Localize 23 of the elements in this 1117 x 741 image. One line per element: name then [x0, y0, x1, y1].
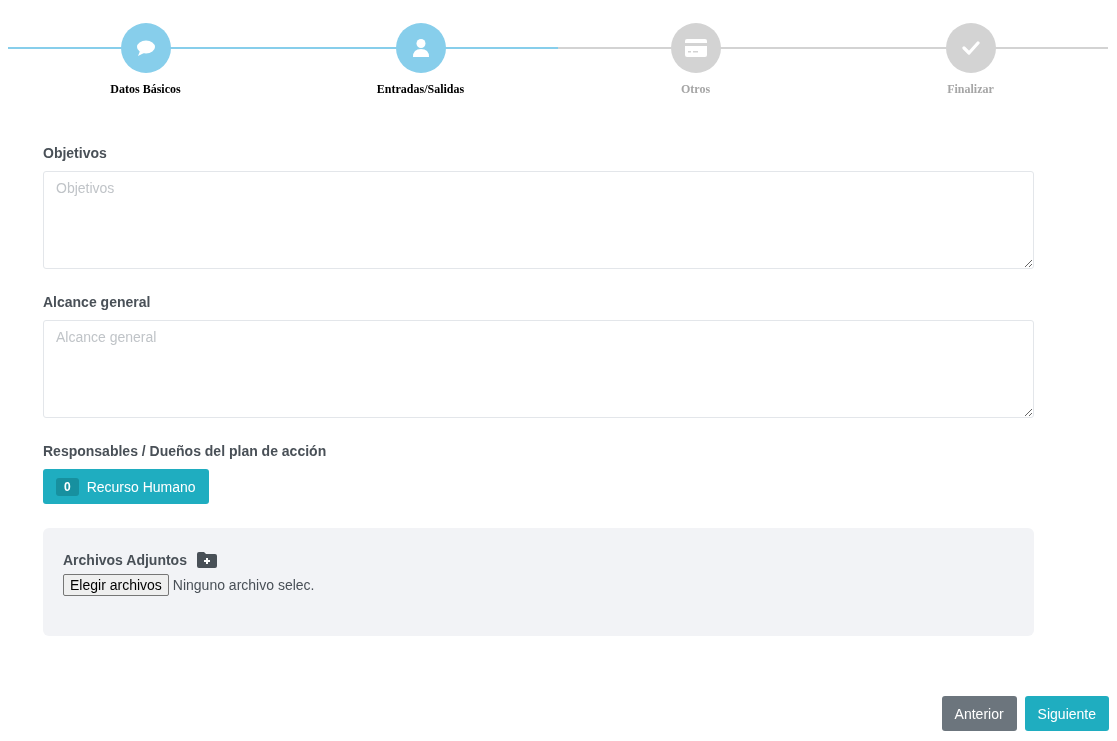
step-label: Entradas/Salidas [376, 82, 465, 97]
credit-card-icon [684, 39, 707, 57]
section-title: Archivos Adjuntos [63, 552, 187, 568]
file-status: Ninguno archivo selec. [172, 577, 315, 593]
user-icon [411, 38, 430, 58]
next-button[interactable]: Siguiente [1024, 696, 1109, 731]
folder-plus-icon[interactable] [196, 552, 217, 568]
step-circle[interactable] [395, 23, 446, 73]
speech-bubble-icon [135, 39, 156, 57]
step-label: Finalizar [947, 82, 994, 97]
count-badge: 0 [56, 477, 79, 496]
step-label: Otros [680, 82, 711, 97]
field-label: Objetivos [43, 145, 108, 162]
choose-files-button[interactable]: Elegir archivos [63, 574, 169, 596]
checkmark-icon [961, 41, 980, 55]
previous-button[interactable]: Anterior [941, 696, 1017, 731]
text-area[interactable]: Objetivos [43, 171, 1034, 269]
text-area[interactable]: Alcance general [43, 320, 1034, 418]
step-circle[interactable] [120, 23, 171, 73]
field-label: Alcance general [43, 294, 152, 311]
step-label: Datos Básicos [110, 82, 181, 97]
human-resource-button[interactable]: 0 Recurso Humano [43, 469, 209, 504]
field-label: Responsables / Dueños del plan de acción [43, 443, 328, 460]
